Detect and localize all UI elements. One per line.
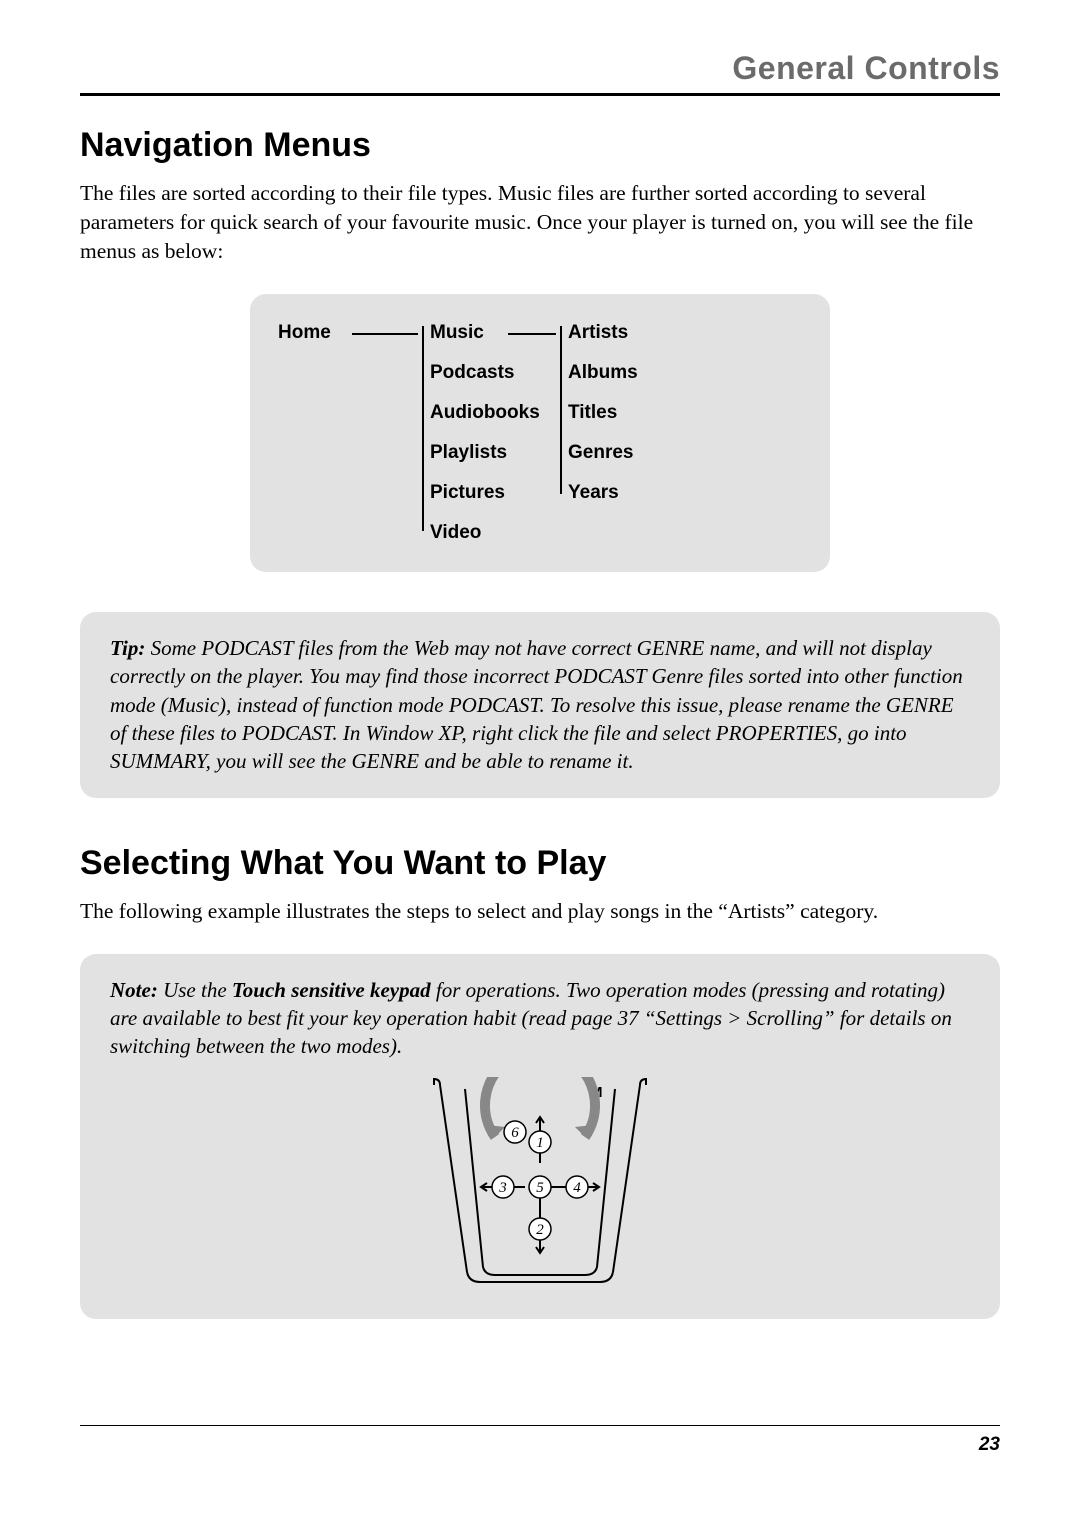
tip-text: Some PODCAST files from the Web may not … bbox=[110, 636, 963, 773]
chapter-title: General Controls bbox=[80, 50, 1000, 96]
tip-label: Tip: bbox=[110, 636, 145, 660]
note-text-pre: Use the bbox=[158, 978, 232, 1002]
tip-callout: Tip: Some PODCAST files from the Web may… bbox=[80, 612, 1000, 798]
menu-l2-titles: Titles bbox=[568, 402, 702, 424]
section2-paragraph: The following example illustrates the st… bbox=[80, 897, 1000, 926]
keypad-diagram: M 6 1 3 bbox=[110, 1077, 970, 1297]
keypad-num-6: 6 bbox=[511, 1125, 519, 1141]
section1-paragraph: The files are sorted according to their … bbox=[80, 179, 1000, 266]
keypad-num-2: 2 bbox=[536, 1222, 544, 1238]
keypad-num-4: 4 bbox=[573, 1180, 581, 1196]
section1-heading: Navigation Menus bbox=[80, 126, 1000, 165]
keypad-num-5: 5 bbox=[536, 1180, 544, 1196]
menu-l2-albums: Albums bbox=[568, 362, 702, 384]
note-text-bold: Touch sensitive keypad bbox=[232, 978, 431, 1002]
menu-l2-genres: Genres bbox=[568, 442, 702, 464]
section2-heading: Selecting What You Want to Play bbox=[80, 844, 1000, 883]
page-footer: 23 bbox=[80, 1425, 1000, 1456]
keypad-num-3: 3 bbox=[498, 1180, 507, 1196]
note-label: Note: bbox=[110, 978, 158, 1002]
menu-root: Home bbox=[278, 322, 348, 344]
menu-l2-years: Years bbox=[568, 482, 702, 504]
note-callout: Note: Use the Touch sensitive keypad for… bbox=[80, 954, 1000, 1319]
keypad-num-1: 1 bbox=[536, 1135, 544, 1151]
navigation-menu-diagram: Home Music Podcasts Audiobooks Playlists… bbox=[250, 294, 830, 572]
menu-l2-artists: Artists bbox=[568, 322, 702, 344]
page-number: 23 bbox=[979, 1434, 1000, 1455]
